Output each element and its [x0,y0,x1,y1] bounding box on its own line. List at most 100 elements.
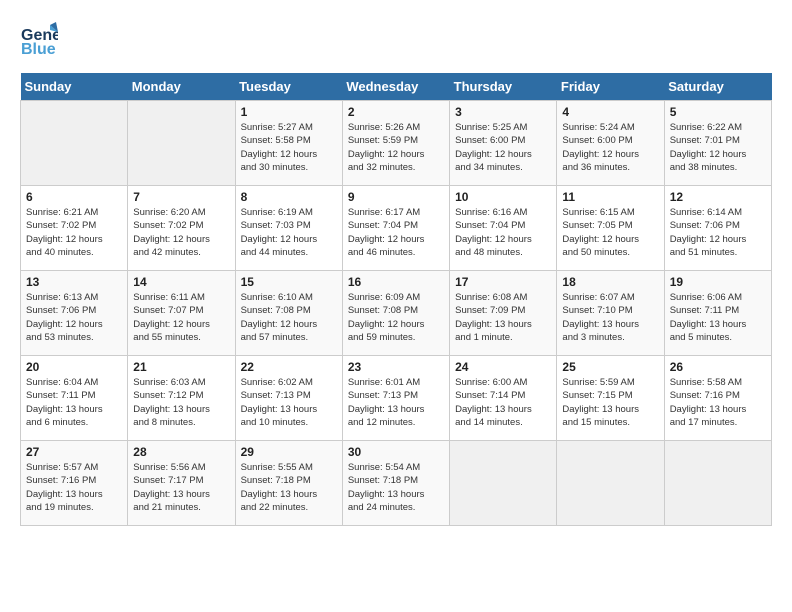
calendar-cell: 23 Sunrise: 6:01 AM Sunset: 7:13 PM Dayli… [342,356,449,441]
day-number: 15 [241,275,337,289]
day-number: 4 [562,105,658,119]
day-info: Sunrise: 6:13 AM Sunset: 7:06 PM Dayligh… [26,291,122,344]
calendar-header: SundayMondayTuesdayWednesdayThursdayFrid… [21,73,772,101]
day-number: 12 [670,190,766,204]
weekday-header-row: SundayMondayTuesdayWednesdayThursdayFrid… [21,73,772,101]
calendar-cell [128,101,235,186]
day-info: Sunrise: 5:25 AM Sunset: 6:00 PM Dayligh… [455,121,551,174]
day-number: 14 [133,275,229,289]
week-row-1: 1Sunrise: 5:27 AM Sunset: 5:58 PM Daylig… [21,101,772,186]
day-number: 5 [670,105,766,119]
day-info: Sunrise: 5:58 AM Sunset: 7:16 PM Dayligh… [670,376,766,429]
day-info: Sunrise: 5:27 AM Sunset: 5:58 PM Dayligh… [241,121,337,174]
week-row-2: 6 Sunrise: 6:21 AM Sunset: 7:02 PM Daylig… [21,186,772,271]
weekday-sunday: Sunday [21,73,128,101]
day-number: 10 [455,190,551,204]
calendar-cell: 3 Sunrise: 5:25 AM Sunset: 6:00 PM Daylig… [450,101,557,186]
day-info: Sunrise: 6:00 AM Sunset: 7:14 PM Dayligh… [455,376,551,429]
day-info: Sunrise: 6:01 AM Sunset: 7:13 PM Dayligh… [348,376,444,429]
calendar-cell: 12 Sunrise: 6:14 AM Sunset: 7:06 PM Dayli… [664,186,771,271]
day-info: Sunrise: 5:57 AM Sunset: 7:16 PM Dayligh… [26,461,122,514]
day-info: Sunrise: 6:10 AM Sunset: 7:08 PM Dayligh… [241,291,337,344]
calendar-cell: 27 Sunrise: 5:57 AM Sunset: 7:16 PM Dayli… [21,441,128,526]
calendar-cell: 10 Sunrise: 6:16 AM Sunset: 7:04 PM Dayli… [450,186,557,271]
day-info: Sunrise: 6:15 AM Sunset: 7:05 PM Dayligh… [562,206,658,259]
day-info: Sunrise: 6:14 AM Sunset: 7:06 PM Dayligh… [670,206,766,259]
day-number: 23 [348,360,444,374]
day-number: 29 [241,445,337,459]
weekday-thursday: Thursday [450,73,557,101]
day-number: 28 [133,445,229,459]
day-info: Sunrise: 6:20 AM Sunset: 7:02 PM Dayligh… [133,206,229,259]
day-number: 20 [26,360,122,374]
logo: General Blue [20,20,64,63]
day-info: Sunrise: 5:24 AM Sunset: 6:00 PM Dayligh… [562,121,658,174]
calendar-cell: 28 Sunrise: 5:56 AM Sunset: 7:17 PM Dayli… [128,441,235,526]
calendar-cell: 4 Sunrise: 5:24 AM Sunset: 6:00 PM Daylig… [557,101,664,186]
day-number: 13 [26,275,122,289]
calendar-cell: 19Sunrise: 6:06 AM Sunset: 7:11 PM Dayli… [664,271,771,356]
day-number: 3 [455,105,551,119]
day-number: 22 [241,360,337,374]
day-info: Sunrise: 6:22 AM Sunset: 7:01 PM Dayligh… [670,121,766,174]
weekday-monday: Monday [128,73,235,101]
logo-icon: General Blue [20,20,58,63]
calendar-cell [450,441,557,526]
week-row-3: 13 Sunrise: 6:13 AM Sunset: 7:06 PM Dayli… [21,271,772,356]
svg-text:Blue: Blue [21,41,56,58]
weekday-tuesday: Tuesday [235,73,342,101]
day-number: 2 [348,105,444,119]
weekday-saturday: Saturday [664,73,771,101]
day-info: Sunrise: 6:19 AM Sunset: 7:03 PM Dayligh… [241,206,337,259]
calendar-cell [21,101,128,186]
day-info: Sunrise: 6:11 AM Sunset: 7:07 PM Dayligh… [133,291,229,344]
calendar-cell: 7 Sunrise: 6:20 AM Sunset: 7:02 PM Daylig… [128,186,235,271]
day-info: Sunrise: 6:09 AM Sunset: 7:08 PM Dayligh… [348,291,444,344]
day-info: Sunrise: 6:17 AM Sunset: 7:04 PM Dayligh… [348,206,444,259]
calendar-table: SundayMondayTuesdayWednesdayThursdayFrid… [20,73,772,526]
day-number: 6 [26,190,122,204]
calendar-cell: 29Sunrise: 5:55 AM Sunset: 7:18 PM Dayli… [235,441,342,526]
day-number: 30 [348,445,444,459]
day-info: Sunrise: 6:04 AM Sunset: 7:11 PM Dayligh… [26,376,122,429]
day-info: Sunrise: 5:26 AM Sunset: 5:59 PM Dayligh… [348,121,444,174]
calendar-cell: 2 Sunrise: 5:26 AM Sunset: 5:59 PM Daylig… [342,101,449,186]
day-info: Sunrise: 5:54 AM Sunset: 7:18 PM Dayligh… [348,461,444,514]
week-row-5: 27 Sunrise: 5:57 AM Sunset: 7:16 PM Dayli… [21,441,772,526]
day-info: Sunrise: 6:02 AM Sunset: 7:13 PM Dayligh… [241,376,337,429]
day-number: 7 [133,190,229,204]
page-header: General Blue [20,20,772,63]
day-number: 24 [455,360,551,374]
weekday-wednesday: Wednesday [342,73,449,101]
day-number: 11 [562,190,658,204]
calendar-cell: 21 Sunrise: 6:03 AM Sunset: 7:12 PM Dayli… [128,356,235,441]
day-info: Sunrise: 5:56 AM Sunset: 7:17 PM Dayligh… [133,461,229,514]
day-number: 19 [670,275,766,289]
calendar-cell: 8 Sunrise: 6:19 AM Sunset: 7:03 PM Daylig… [235,186,342,271]
calendar-cell: 18Sunrise: 6:07 AM Sunset: 7:10 PM Dayli… [557,271,664,356]
day-number: 17 [455,275,551,289]
day-info: Sunrise: 6:07 AM Sunset: 7:10 PM Dayligh… [562,291,658,344]
calendar-cell: 6 Sunrise: 6:21 AM Sunset: 7:02 PM Daylig… [21,186,128,271]
calendar-cell: 16 Sunrise: 6:09 AM Sunset: 7:08 PM Dayli… [342,271,449,356]
calendar-cell [557,441,664,526]
day-number: 26 [670,360,766,374]
calendar-cell: 20 Sunrise: 6:04 AM Sunset: 7:11 PM Dayli… [21,356,128,441]
calendar-cell: 26 Sunrise: 5:58 AM Sunset: 7:16 PM Dayli… [664,356,771,441]
calendar-cell: 13 Sunrise: 6:13 AM Sunset: 7:06 PM Dayli… [21,271,128,356]
calendar-cell: 1Sunrise: 5:27 AM Sunset: 5:58 PM Daylig… [235,101,342,186]
day-info: Sunrise: 6:21 AM Sunset: 7:02 PM Dayligh… [26,206,122,259]
week-row-4: 20 Sunrise: 6:04 AM Sunset: 7:11 PM Dayli… [21,356,772,441]
day-number: 16 [348,275,444,289]
day-number: 27 [26,445,122,459]
calendar-cell: 30 Sunrise: 5:54 AM Sunset: 7:18 PM Dayli… [342,441,449,526]
day-info: Sunrise: 5:59 AM Sunset: 7:15 PM Dayligh… [562,376,658,429]
weekday-friday: Friday [557,73,664,101]
calendar-cell: 17Sunrise: 6:08 AM Sunset: 7:09 PM Dayli… [450,271,557,356]
day-info: Sunrise: 6:03 AM Sunset: 7:12 PM Dayligh… [133,376,229,429]
day-number: 25 [562,360,658,374]
day-number: 9 [348,190,444,204]
day-number: 8 [241,190,337,204]
day-info: Sunrise: 6:16 AM Sunset: 7:04 PM Dayligh… [455,206,551,259]
day-number: 21 [133,360,229,374]
